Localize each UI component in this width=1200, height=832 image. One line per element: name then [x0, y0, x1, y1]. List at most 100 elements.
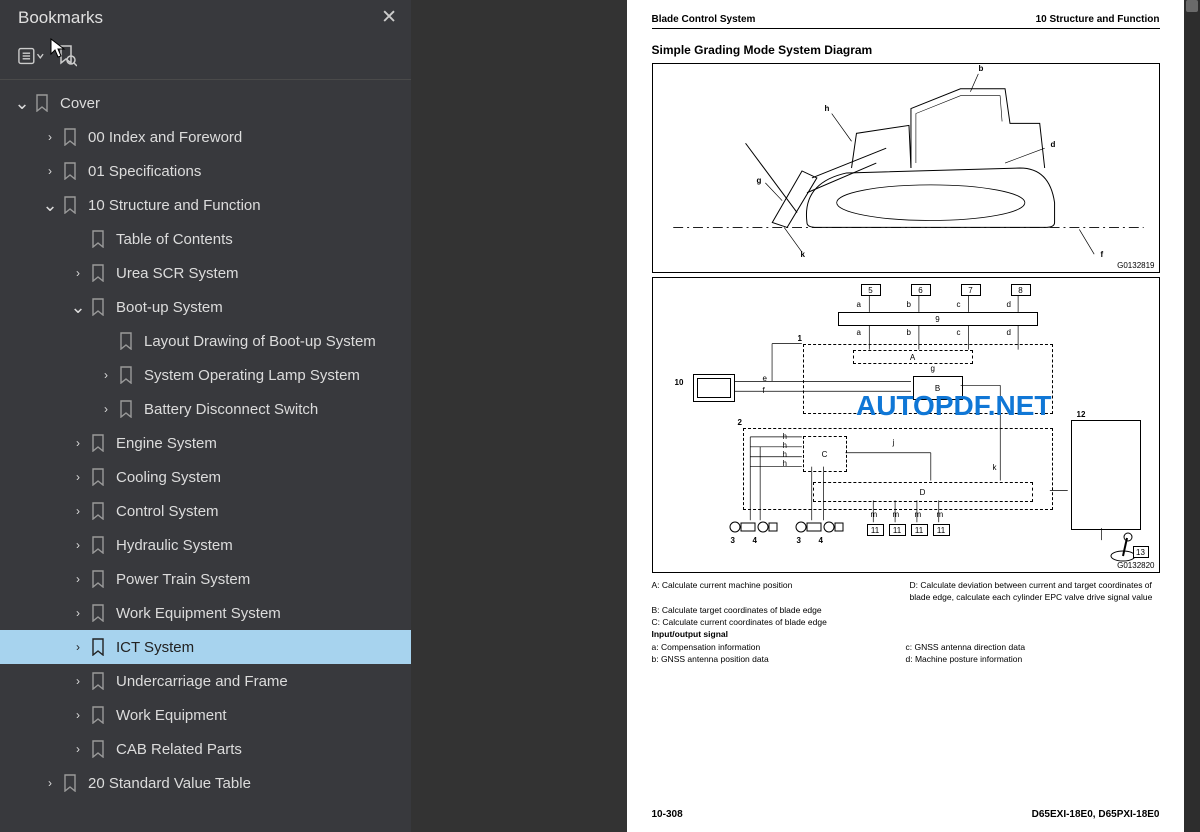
legend-C: C: Calculate current coordinates of blad…: [652, 616, 1160, 628]
bookmark-item[interactable]: Table of Contents: [0, 222, 411, 256]
schematic-box-10: [693, 374, 735, 402]
fig1-label-f: f: [1101, 250, 1104, 259]
document-viewport[interactable]: AUTOPDF.NET Blade Control System 10 Stru…: [411, 0, 1200, 832]
m1: m: [871, 510, 878, 519]
chevron-right-icon[interactable]: ›: [68, 436, 88, 450]
legend-c: c: GNSS antenna direction data: [906, 641, 1160, 653]
pdf-page: Blade Control System 10 Structure and Fu…: [627, 0, 1185, 832]
page-footer: 10-308 D65EXI-18E0, D65PXI-18E0: [652, 803, 1160, 820]
schematic-box-13: 13: [1133, 546, 1149, 558]
chevron-right-icon[interactable]: ›: [68, 640, 88, 654]
chevron-right-icon[interactable]: ›: [68, 742, 88, 756]
h1: h: [783, 432, 787, 441]
box-11-3: 11: [911, 524, 928, 536]
label-e: e: [763, 374, 767, 383]
footer-left: 10-308: [652, 809, 683, 820]
header-left: Blade Control System: [652, 14, 756, 25]
chevron-right-icon[interactable]: ›: [40, 130, 60, 144]
bookmark-item[interactable]: ›Engine System: [0, 426, 411, 460]
bookmark-label: Table of Contents: [116, 231, 233, 248]
bookmark-item[interactable]: ›Hydraulic System: [0, 528, 411, 562]
m3: m: [915, 510, 922, 519]
chevron-right-icon[interactable]: ›: [68, 674, 88, 688]
bookmark-item[interactable]: ›Work Equipment: [0, 698, 411, 732]
bookmark-icon: [32, 94, 52, 112]
footer-right: D65EXI-18E0, D65PXI-18E0: [1032, 809, 1160, 820]
chevron-right-icon[interactable]: ›: [68, 470, 88, 484]
bookmark-item[interactable]: › Undercarriage and Frame: [0, 664, 411, 698]
chevron-down-icon[interactable]: ⌄: [68, 302, 88, 312]
arrow-mid-a: a: [857, 328, 861, 337]
chevron-right-icon[interactable]: ›: [68, 504, 88, 518]
bookmark-item[interactable]: ›ICT System: [0, 630, 411, 664]
h2: h: [783, 441, 787, 450]
chevron-right-icon[interactable]: ›: [68, 606, 88, 620]
chevron-right-icon[interactable]: ›: [40, 776, 60, 790]
bookmark-icon: [60, 128, 80, 146]
label-f: f: [763, 386, 765, 395]
legend-D: D: Calculate deviation between current a…: [902, 579, 1160, 604]
chevron-right-icon[interactable]: ›: [68, 708, 88, 722]
box-11-1: 11: [867, 524, 884, 536]
m4: m: [937, 510, 944, 519]
bookmark-label: Boot-up System: [116, 299, 223, 316]
bookmark-item[interactable]: › CAB Related Parts: [0, 732, 411, 766]
legend-a: a: Compensation information: [652, 641, 906, 653]
viewport-scrollbar[interactable]: [1184, 0, 1200, 832]
chevron-right-icon[interactable]: ›: [40, 164, 60, 178]
find-bookmark-icon[interactable]: [54, 45, 80, 67]
bookmark-icon: [88, 604, 108, 622]
bookmark-item[interactable]: ›Cooling System: [0, 460, 411, 494]
bookmark-label: Layout Drawing of Boot-up System: [144, 333, 376, 350]
bookmark-label: CAB Related Parts: [116, 741, 242, 758]
schematic-box-12-label: 12: [1077, 410, 1086, 419]
bookmark-icon: [88, 298, 108, 316]
dashed-group-2-label: 2: [738, 418, 742, 427]
bookmark-item[interactable]: ›Power Train System: [0, 562, 411, 596]
chevron-down-icon[interactable]: ⌄: [40, 200, 60, 210]
chevron-right-icon[interactable]: ›: [68, 572, 88, 586]
chevron-right-icon[interactable]: ›: [68, 266, 88, 280]
schematic-box-8: 8: [1011, 284, 1031, 296]
bookmark-item[interactable]: ›01 Specifications: [0, 154, 411, 188]
figure-1: b h d g k f G0132819: [652, 63, 1160, 273]
bookmark-label: Control System: [116, 503, 219, 520]
legend-B: B: Calculate target coordinates of blade…: [652, 604, 1160, 616]
bookmark-item[interactable]: › Control System: [0, 494, 411, 528]
bookmark-label: Cover: [60, 95, 100, 112]
bookmark-label: Work Equipment System: [116, 605, 281, 622]
bookmark-item[interactable]: ⌄ Cover: [0, 86, 411, 120]
fig1-label-k: k: [801, 250, 805, 259]
scrollbar-thumb[interactable]: [1186, 0, 1198, 12]
chevron-down-icon[interactable]: ⌄: [12, 98, 32, 108]
fig1-label-g: g: [757, 176, 762, 185]
close-icon[interactable]: ✕: [381, 6, 397, 29]
block-C: C: [803, 436, 847, 472]
bookmarks-list[interactable]: ⌄ Cover ›00 Index and Foreword›01 Specific…: [0, 80, 411, 832]
bookmark-item[interactable]: ⌄ Boot-up System: [0, 290, 411, 324]
chevron-right-icon[interactable]: ›: [96, 402, 116, 416]
bookmark-item[interactable]: ⌄ 10 Structure and Function: [0, 188, 411, 222]
bookmark-label: Urea SCR System: [116, 265, 239, 282]
bookmark-item[interactable]: ›20 Standard Value Table: [0, 766, 411, 800]
arrow-mid-b: b: [907, 328, 911, 337]
bookmark-item[interactable]: › Work Equipment System: [0, 596, 411, 630]
label-3a: 3: [731, 536, 735, 545]
chevron-right-icon[interactable]: ›: [96, 368, 116, 382]
bookmark-item[interactable]: Layout Drawing of Boot-up System: [0, 324, 411, 358]
chevron-right-icon[interactable]: ›: [68, 538, 88, 552]
bookmark-item[interactable]: › Urea SCR System: [0, 256, 411, 290]
bookmark-icon: [60, 774, 80, 792]
bookmark-icon: [88, 536, 108, 554]
page-header: Blade Control System 10 Structure and Fu…: [652, 14, 1160, 29]
bookmark-item[interactable]: ›Battery Disconnect Switch: [0, 392, 411, 426]
block-D: D: [813, 482, 1033, 502]
bookmark-label: 10 Structure and Function: [88, 197, 261, 214]
bookmark-icon: [88, 230, 108, 248]
m2: m: [893, 510, 900, 519]
arrow-mid-c: c: [957, 328, 961, 337]
bookmark-label: Undercarriage and Frame: [116, 673, 288, 690]
bookmark-item[interactable]: ›System Operating Lamp System: [0, 358, 411, 392]
bookmark-item[interactable]: ›00 Index and Foreword: [0, 120, 411, 154]
bookmark-options-icon[interactable]: [18, 45, 44, 67]
